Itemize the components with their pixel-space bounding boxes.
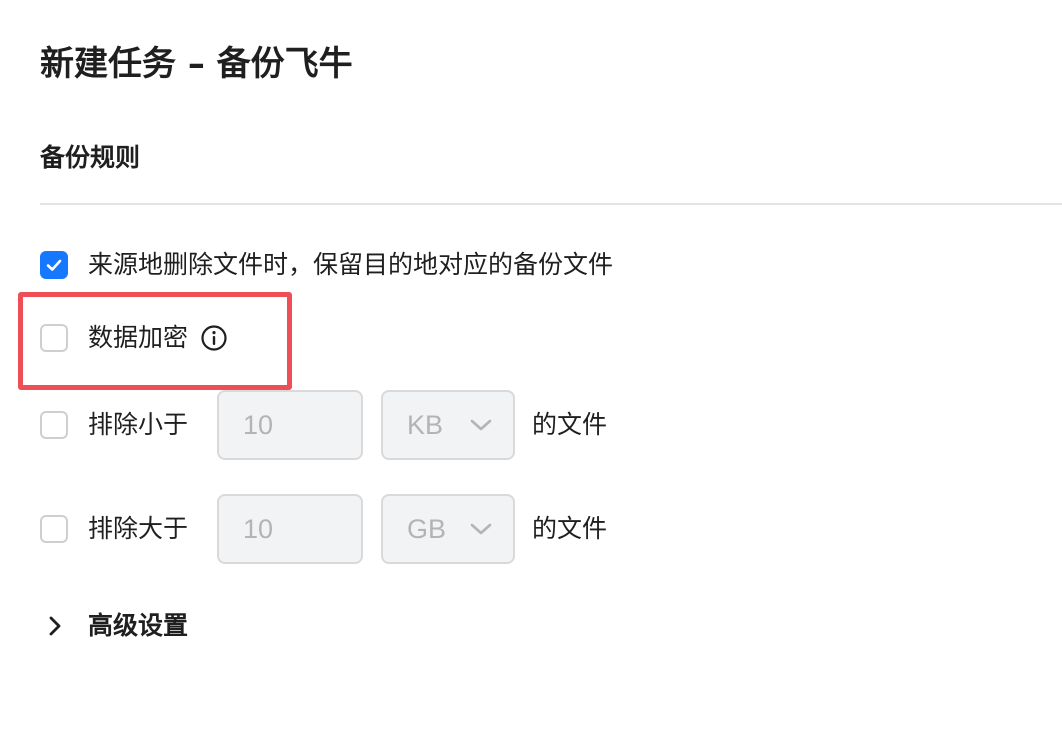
advanced-settings-toggle[interactable]: 高级设置 bbox=[44, 606, 188, 646]
exclude-larger-checkbox[interactable] bbox=[40, 515, 68, 543]
chevron-right-icon bbox=[49, 616, 61, 636]
checkmark-icon bbox=[46, 259, 62, 271]
exclude-larger-size-input[interactable]: 10 bbox=[217, 494, 363, 564]
exclude-smaller-label: 排除小于 bbox=[88, 410, 189, 439]
exclude-smaller-checkbox[interactable] bbox=[40, 411, 68, 439]
exclude-larger-suffix: 的文件 bbox=[532, 514, 608, 543]
exclude-smaller-suffix: 的文件 bbox=[532, 410, 608, 439]
chevron-down-icon bbox=[470, 419, 492, 431]
section-title-backup-rules: 备份规则 bbox=[40, 143, 141, 172]
encryption-option[interactable]: 数据加密 bbox=[40, 318, 228, 358]
exclude-smaller-unit-value: KB bbox=[407, 410, 444, 440]
info-circle-icon[interactable] bbox=[200, 324, 228, 352]
chevron-down-icon bbox=[470, 523, 492, 535]
advanced-settings-label: 高级设置 bbox=[88, 611, 189, 640]
section-divider bbox=[40, 203, 1062, 205]
exclude-smaller-size-input[interactable]: 10 bbox=[217, 390, 363, 460]
exclude-larger-option[interactable]: 排除大于 bbox=[40, 509, 188, 549]
page-title: 新建任务 – 备份飞牛 bbox=[40, 44, 353, 84]
encryption-label: 数据加密 bbox=[88, 323, 189, 352]
exclude-larger-label: 排除大于 bbox=[88, 514, 189, 543]
keep-backup-label: 来源地删除文件时，保留目的地对应的备份文件 bbox=[88, 250, 614, 279]
exclude-larger-unit-select[interactable]: GB bbox=[381, 494, 515, 564]
encryption-checkbox[interactable] bbox=[40, 324, 68, 352]
keep-backup-option[interactable]: 来源地删除文件时，保留目的地对应的备份文件 bbox=[40, 245, 613, 285]
keep-backup-checkbox[interactable] bbox=[40, 251, 68, 279]
exclude-smaller-option[interactable]: 排除小于 bbox=[40, 405, 188, 445]
exclude-smaller-unit-select[interactable]: KB bbox=[381, 390, 515, 460]
exclude-larger-unit-value: GB bbox=[407, 514, 447, 544]
